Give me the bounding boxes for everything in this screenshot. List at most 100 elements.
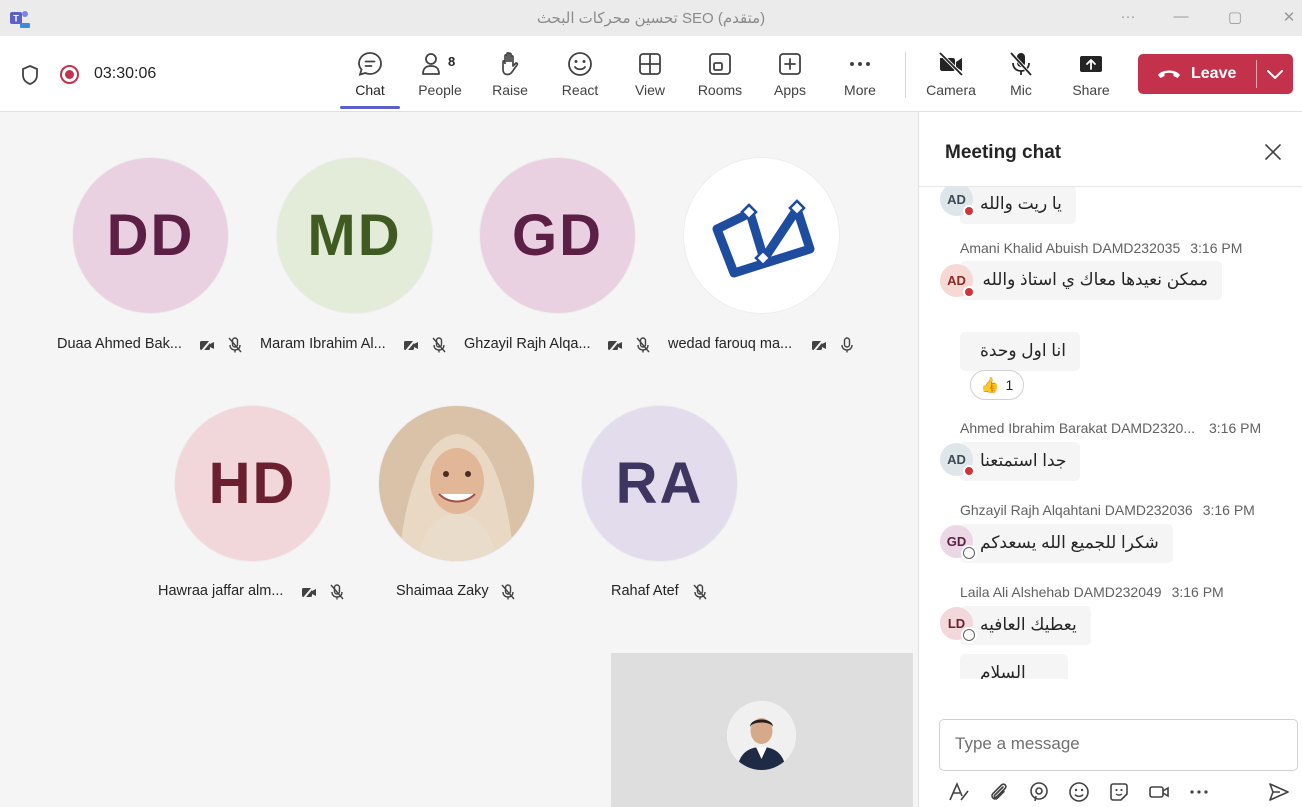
compose-box	[939, 719, 1298, 771]
chat-label: Chat	[355, 82, 385, 98]
participant-avatar-logo[interactable]	[684, 158, 839, 313]
mic-off-icon	[1009, 51, 1033, 77]
title-bar: T تحسين محركات البحث SEO (متقدم) ··· — ▢…	[0, 0, 1302, 36]
chat-message-list[interactable]: يا ريت والله AD Amani Khalid Abuish DAMD…	[919, 187, 1302, 679]
chat-message-bubble[interactable]: جدا استمتعنا	[960, 442, 1081, 481]
self-view-tile[interactable]	[611, 653, 913, 807]
people-icon	[422, 53, 440, 75]
breakout-rooms-icon	[709, 53, 731, 75]
video-clip-icon[interactable]	[1147, 780, 1171, 804]
chat-message-bubble[interactable]: ممكن نعيدها معاك ي استاذ والله	[960, 261, 1222, 300]
reaction-like[interactable]: 👍 1	[970, 370, 1024, 400]
self-photo-icon	[727, 701, 796, 770]
chevron-down-icon	[1267, 70, 1283, 79]
more-button[interactable]: More	[828, 46, 892, 106]
busy-status-icon	[963, 286, 975, 298]
rooms-button[interactable]: Rooms	[688, 46, 752, 106]
participant-avatar[interactable]: DD	[73, 158, 228, 313]
more-dots-icon	[850, 62, 870, 66]
people-button[interactable]: 8 People	[408, 46, 472, 106]
participant-name: Hawraa jaffar alm...	[158, 583, 284, 599]
camera-off-icon	[608, 338, 622, 352]
send-icon[interactable]	[1267, 780, 1291, 804]
mic-off-icon	[693, 584, 707, 600]
busy-status-icon	[963, 205, 975, 217]
leave-label: Leave	[1191, 65, 1237, 82]
profile-photo-icon	[379, 406, 534, 561]
chat-button[interactable]: Chat	[338, 46, 402, 106]
camera-off-icon	[812, 338, 826, 352]
people-count: 8	[448, 54, 456, 69]
leave-button[interactable]: Leave	[1138, 54, 1254, 94]
chat-author: Laila Ali Alshehab DAMD232049	[960, 584, 1162, 600]
chat-message-bubble[interactable]: شكرا للجميع الله يسعدكم	[960, 524, 1173, 563]
mic-on-icon	[841, 337, 853, 353]
participant-avatar[interactable]: GD	[480, 158, 635, 313]
react-button[interactable]: React	[548, 46, 612, 106]
chat-message-bubble[interactable]: السلام	[960, 654, 1068, 679]
chat-avatar-initials: LD	[947, 616, 966, 631]
toolbar-divider	[905, 52, 906, 98]
maximize-button[interactable]: ▢	[1224, 8, 1246, 28]
chat-author: Ahmed Ibrahim Barakat DAMD2320...	[960, 420, 1195, 436]
grid-view-icon	[639, 53, 661, 75]
mic-label: Mic	[1010, 82, 1032, 98]
add-app-icon	[779, 53, 801, 75]
chat-active-indicator	[340, 106, 400, 109]
participant-photo-avatar[interactable]	[379, 406, 534, 561]
more-options-icon[interactable]	[1187, 780, 1211, 804]
smiley-icon	[568, 52, 592, 76]
leave-options-button[interactable]	[1258, 54, 1293, 94]
raise-hand-button[interactable]: Raise	[478, 46, 542, 106]
attach-icon[interactable]	[987, 780, 1011, 804]
chat-avatar-initials: AD	[947, 192, 966, 207]
sticker-icon[interactable]	[1107, 780, 1131, 804]
chat-message-bubble[interactable]: انا اول وحدة	[960, 332, 1080, 371]
participant-gallery: DD Duaa Ahmed Bak... MD Maram Ibrahim Al…	[0, 112, 918, 807]
emoji-icon[interactable]	[1067, 780, 1091, 804]
participant-avatar[interactable]: HD	[175, 406, 330, 561]
chat-timestamp: 3:16 PM	[1171, 584, 1224, 600]
shield-icon[interactable]	[20, 64, 40, 86]
chat-avatar: AD	[940, 443, 975, 477]
chat-avatar-initials: AD	[947, 452, 966, 467]
mic-off-icon	[228, 337, 242, 353]
chat-timestamp: 3:16 PM	[1190, 240, 1243, 256]
chat-panel-title: Meeting chat	[945, 142, 1062, 163]
camera-button[interactable]: Camera	[919, 46, 983, 106]
chat-message-text: السلام	[980, 663, 1026, 679]
recording-indicator-icon	[60, 65, 79, 84]
close-icon[interactable]	[1263, 142, 1283, 162]
react-label: React	[561, 82, 599, 98]
chat-message-bubble[interactable]: يعطيك العافيه	[960, 606, 1091, 645]
close-window-button[interactable]: ✕	[1278, 8, 1300, 28]
meeting-chat-panel: Meeting chat يا ريت والله AD Amani Khali…	[918, 112, 1302, 807]
window-more-button[interactable]: ···	[1117, 8, 1139, 28]
share-label: Share	[1072, 82, 1110, 98]
thumbs-up-icon: 👍	[980, 377, 1000, 394]
participant-avatar[interactable]: MD	[277, 158, 432, 313]
rooms-label: Rooms	[697, 82, 743, 98]
mic-button[interactable]: Mic	[989, 46, 1053, 106]
meeting-timer: 03:30:06	[94, 65, 157, 82]
chat-message-meta: Laila Ali Alshehab DAMD232049 3:16 PM	[960, 584, 1224, 600]
people-label: People	[418, 82, 462, 98]
message-input[interactable]	[955, 734, 1275, 754]
participant-avatar[interactable]: RA	[582, 406, 737, 561]
raise-label: Raise	[492, 82, 528, 98]
chat-author: Amani Khalid Abuish DAMD232035	[960, 240, 1181, 256]
format-icon[interactable]	[947, 780, 971, 804]
mic-off-icon	[432, 337, 446, 353]
chat-timestamp: 3:16 PM	[1209, 420, 1262, 436]
minimize-button[interactable]: —	[1170, 8, 1192, 28]
share-button[interactable]: Share	[1059, 46, 1123, 106]
loop-icon[interactable]	[1027, 780, 1051, 804]
raise-hand-icon	[502, 52, 519, 76]
chat-message-bubble[interactable]: يا ريت والله	[960, 187, 1076, 224]
view-button[interactable]: View	[618, 46, 682, 106]
chat-message-meta: Ahmed Ibrahim Barakat DAMD2320... 3:16 PM	[960, 420, 1261, 436]
apps-button[interactable]: Apps	[758, 46, 822, 106]
chat-avatar: AD	[940, 187, 975, 217]
apps-label: Apps	[774, 82, 806, 98]
camera-off-icon	[938, 51, 964, 77]
